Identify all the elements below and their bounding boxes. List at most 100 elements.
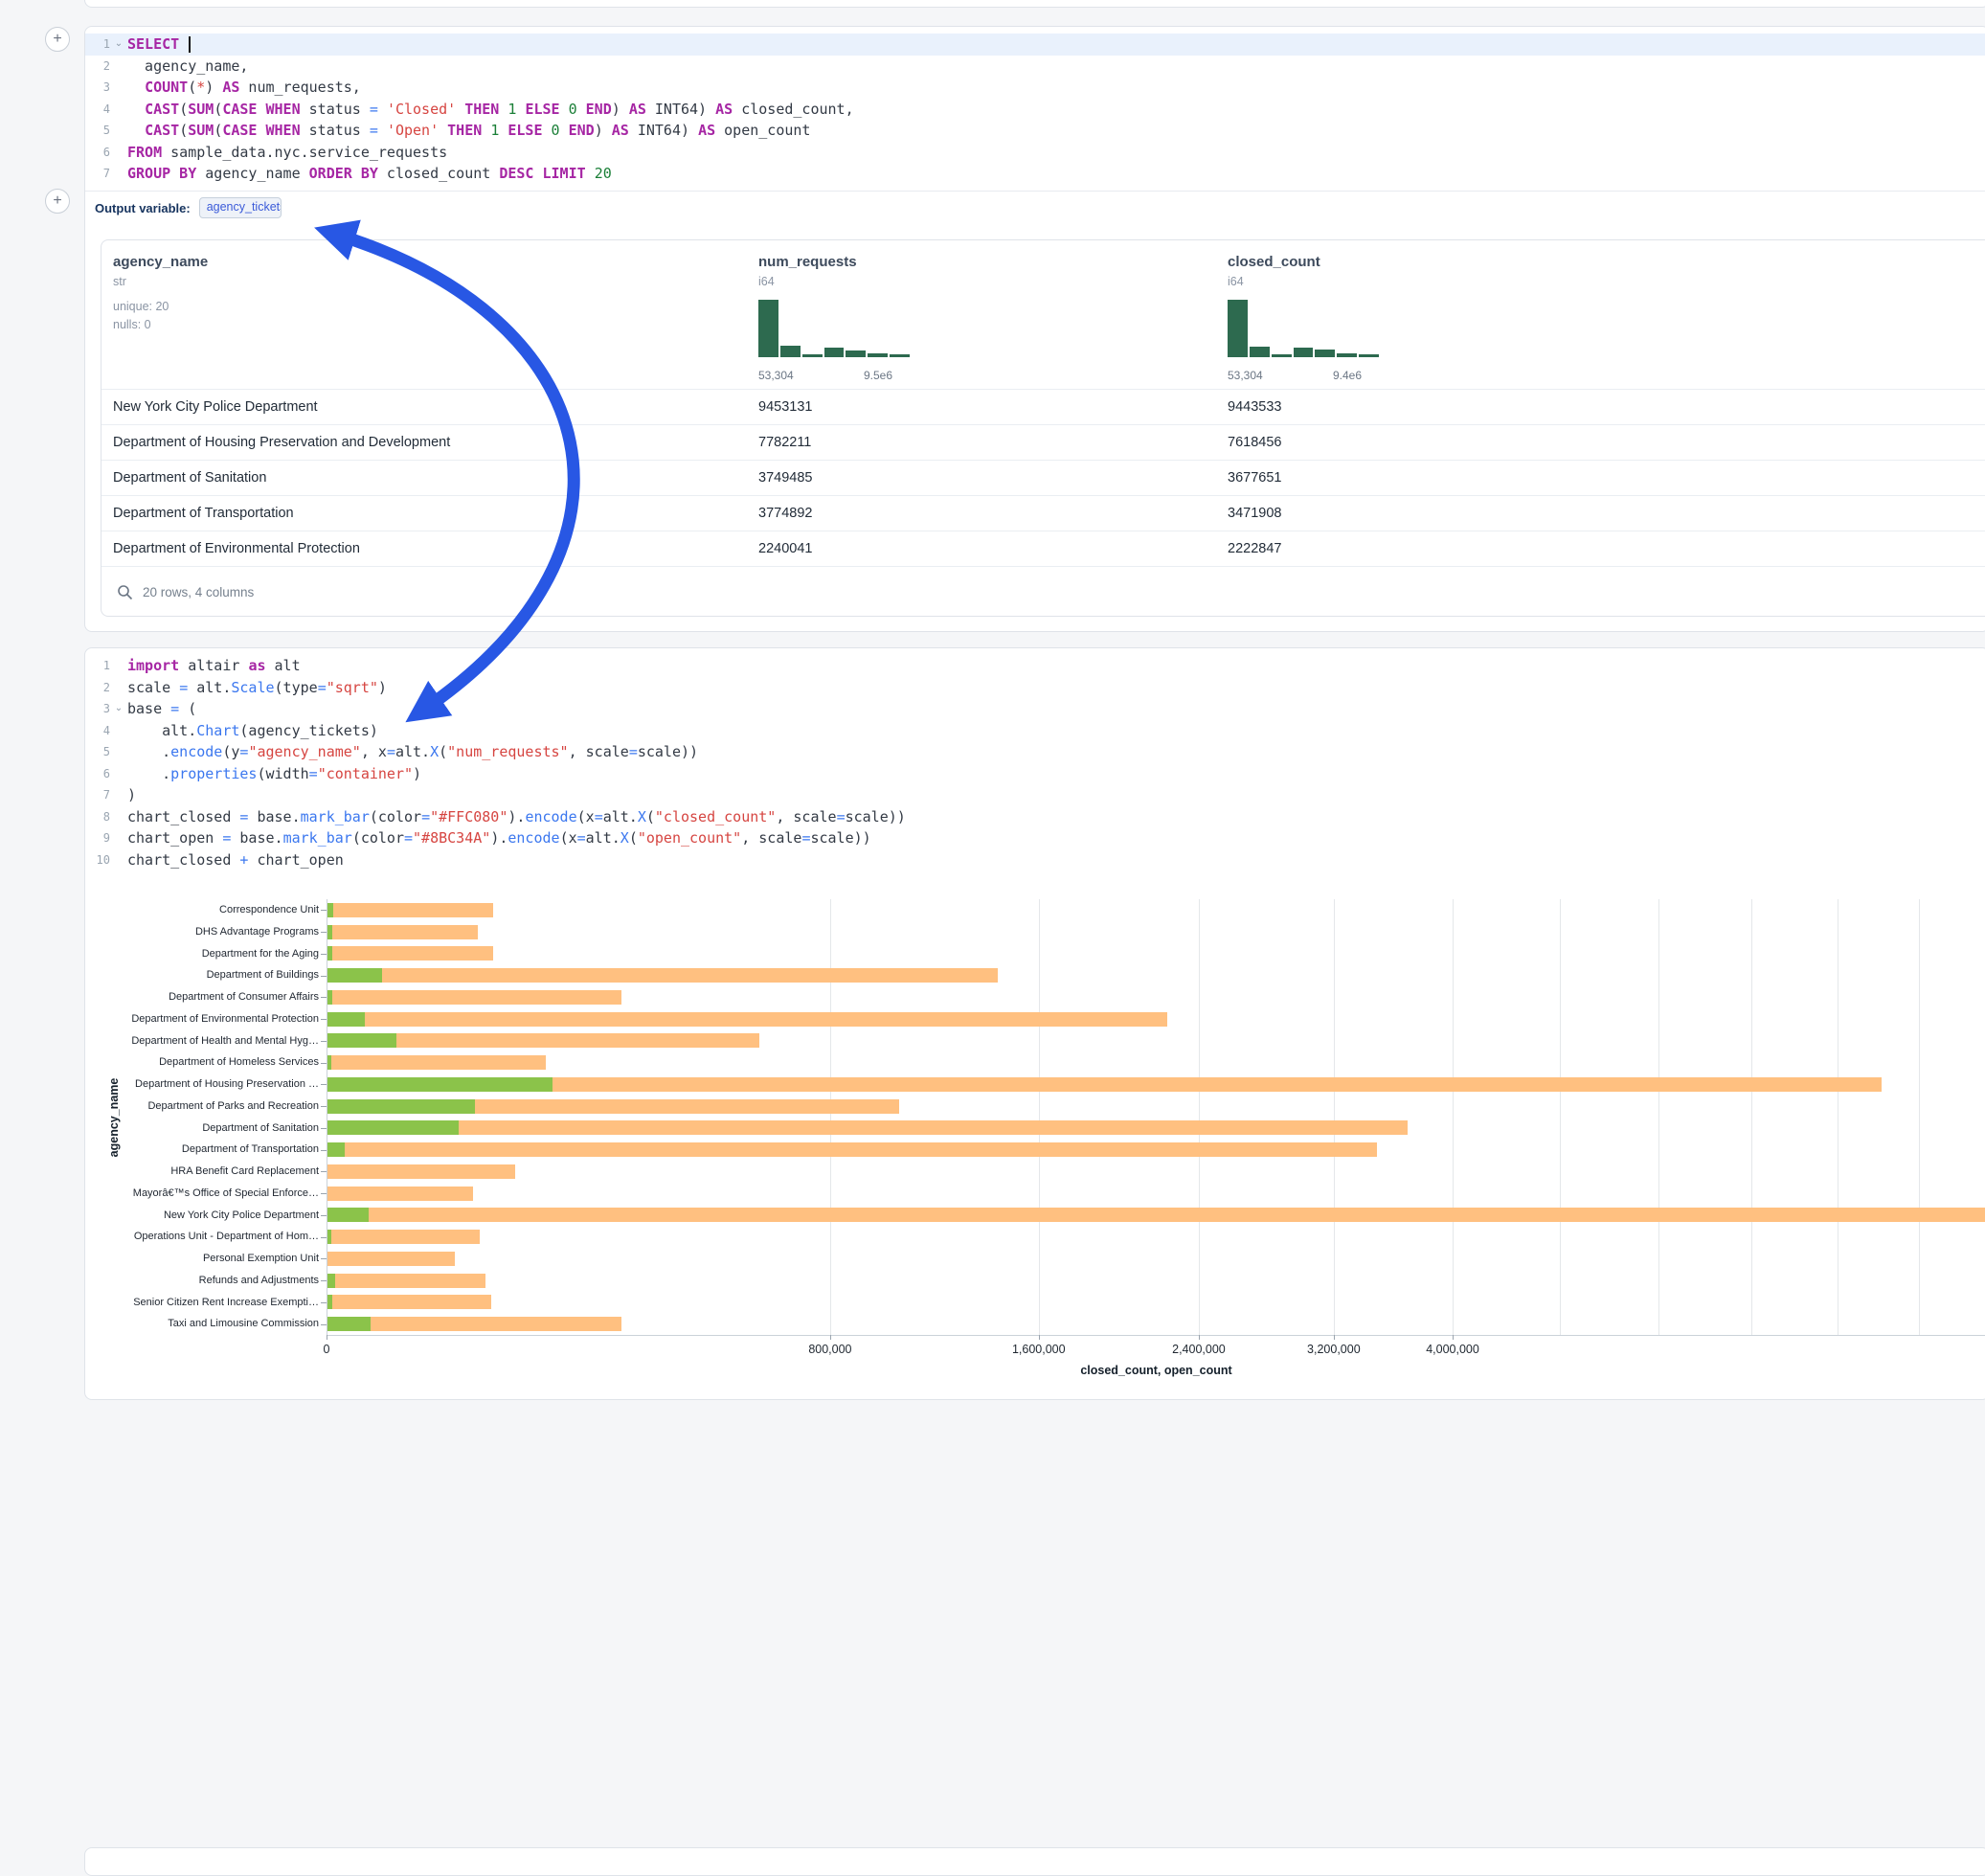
y-tick bbox=[321, 1041, 327, 1042]
y-tick bbox=[321, 1128, 327, 1129]
y-axis-label: Department of Transportation bbox=[182, 1139, 319, 1161]
histogram-bar bbox=[1294, 348, 1314, 357]
bar-closed_count bbox=[327, 1012, 1167, 1027]
histogram-bar bbox=[1250, 347, 1270, 357]
line-number: 6 bbox=[85, 142, 110, 164]
column-type: str bbox=[113, 275, 126, 288]
code-line: 4 alt.Chart(agency_tickets) bbox=[85, 720, 1985, 742]
search-icon[interactable] bbox=[117, 584, 133, 600]
histogram-min-label: 53,304 bbox=[1228, 369, 1263, 382]
histogram-bar bbox=[780, 346, 801, 357]
bar-closed_count bbox=[327, 1274, 485, 1288]
code-line: 2 agency_name, bbox=[85, 56, 1985, 78]
y-tick bbox=[321, 1084, 327, 1085]
y-axis-label: Correspondence Unit bbox=[219, 899, 319, 921]
y-axis-label: Taxi and Limousine Commission bbox=[168, 1313, 319, 1335]
histogram-bar bbox=[1272, 354, 1292, 357]
code-line: 6FROM sample_data.nyc.service_requests bbox=[85, 142, 1985, 164]
table-cell: 7782211 bbox=[758, 425, 811, 461]
histogram-bar bbox=[758, 300, 778, 357]
histogram-bar bbox=[846, 350, 866, 357]
histogram-bar bbox=[1359, 354, 1379, 357]
fold-spacer bbox=[110, 806, 127, 828]
x-axis-title: closed_count, open_count bbox=[1080, 1364, 1231, 1377]
column-header[interactable]: agency_name bbox=[113, 254, 208, 270]
chart-output: Correspondence UnitDHS Advantage Program… bbox=[85, 886, 1985, 1401]
code-text: SELECT bbox=[127, 34, 191, 56]
x-tick bbox=[1199, 1335, 1200, 1340]
table-row-count: 20 rows, 4 columns bbox=[143, 585, 254, 599]
x-tick bbox=[1039, 1335, 1040, 1340]
y-axis-label: Refunds and Adjustments bbox=[199, 1270, 319, 1292]
fold-chevron-icon[interactable]: ⌄ bbox=[110, 698, 127, 720]
y-axis-label: Department of Environmental Protection bbox=[131, 1008, 319, 1030]
gridline bbox=[1334, 899, 1335, 1335]
line-number: 4 bbox=[85, 720, 110, 742]
add-cell-button-top[interactable]: + bbox=[45, 27, 70, 52]
x-axis-tick-label: 0 bbox=[324, 1343, 330, 1356]
code-text: chart_closed = base.mark_bar(color="#FFC… bbox=[127, 806, 906, 828]
gridline bbox=[1751, 899, 1752, 1335]
fold-spacer bbox=[110, 56, 127, 78]
gridline bbox=[1453, 899, 1454, 1335]
add-cell-button-below[interactable]: + bbox=[45, 189, 70, 214]
table-cell: 7618456 bbox=[1228, 425, 1281, 461]
histogram-min-label: 53,304 bbox=[758, 369, 794, 382]
bar-open_count bbox=[327, 968, 382, 983]
code-text: COUNT(*) AS num_requests, bbox=[127, 77, 361, 99]
fold-spacer bbox=[110, 784, 127, 806]
histogram-bar bbox=[824, 348, 845, 357]
output-variable-label: Output variable: bbox=[95, 201, 191, 215]
table-cell: 2222847 bbox=[1228, 531, 1281, 567]
bar-closed_count bbox=[327, 968, 998, 983]
code-text: chart_open = base.mark_bar(color="#8BC34… bbox=[127, 827, 871, 849]
line-number: 3 bbox=[85, 698, 110, 720]
line-number: 6 bbox=[85, 763, 110, 785]
y-axis-label: Senior Citizen Rent Increase Exempti… bbox=[133, 1292, 319, 1314]
bar-closed_count bbox=[327, 1077, 1882, 1092]
y-axis-label: Department of Consumer Affairs bbox=[169, 986, 319, 1008]
sql-code-editor[interactable]: 1⌄SELECT 2 agency_name,3 COUNT(*) AS num… bbox=[85, 27, 1985, 192]
python-cell: 1import altair as alt2scale = alt.Scale(… bbox=[84, 647, 1985, 1400]
bar-closed_count bbox=[327, 1208, 1985, 1222]
code-line: 7GROUP BY agency_name ORDER BY closed_co… bbox=[85, 163, 1985, 185]
table-row: Department of Sanitation37494853677651 bbox=[102, 460, 1985, 495]
code-text: GROUP BY agency_name ORDER BY closed_cou… bbox=[127, 163, 612, 185]
y-axis-label: New York City Police Department bbox=[164, 1205, 319, 1227]
histogram-bar bbox=[802, 354, 823, 357]
code-text: .properties(width="container") bbox=[127, 763, 421, 785]
x-tick bbox=[1334, 1335, 1335, 1340]
x-tick bbox=[830, 1335, 831, 1340]
x-axis-line bbox=[327, 1335, 1985, 1336]
table-row: Department of Transportation377489234719… bbox=[102, 495, 1985, 531]
code-text: CAST(SUM(CASE WHEN status = 'Open' THEN … bbox=[127, 120, 810, 142]
python-code-editor[interactable]: 1import altair as alt2scale = alt.Scale(… bbox=[85, 648, 1985, 876]
x-axis-tick-label: 3,200,000 bbox=[1307, 1343, 1361, 1356]
code-line: 6 .properties(width="container") bbox=[85, 763, 1985, 785]
bar-closed_count bbox=[327, 1120, 1408, 1135]
column-type: i64 bbox=[758, 275, 775, 288]
y-tick bbox=[321, 1193, 327, 1194]
output-variable-chip[interactable]: agency_tickets bbox=[199, 197, 282, 218]
y-axis-label: DHS Advantage Programs bbox=[195, 921, 319, 943]
histogram-bar bbox=[1337, 353, 1357, 357]
y-tick bbox=[321, 910, 327, 911]
table-cell: 3749485 bbox=[758, 461, 812, 496]
column-header[interactable]: num_requests bbox=[758, 254, 857, 270]
table-cell: Department of Transportation bbox=[113, 496, 294, 531]
table-cell: New York City Police Department bbox=[113, 390, 318, 425]
bar-open_count bbox=[327, 1099, 475, 1114]
fold-spacer bbox=[110, 77, 127, 99]
bar-open_count bbox=[327, 1033, 396, 1048]
fold-spacer bbox=[110, 142, 127, 164]
column-header[interactable]: closed_count bbox=[1228, 254, 1320, 270]
fold-spacer bbox=[110, 720, 127, 742]
fold-chevron-icon[interactable]: ⌄ bbox=[110, 34, 127, 56]
bar-closed_count bbox=[327, 903, 493, 917]
line-number: 2 bbox=[85, 677, 110, 699]
code-text: agency_name, bbox=[127, 56, 248, 78]
sql-cell: 1⌄SELECT 2 agency_name,3 COUNT(*) AS num… bbox=[84, 26, 1985, 632]
y-axis-label: Department for the Aging bbox=[202, 943, 319, 965]
bar-closed_count bbox=[327, 925, 478, 939]
code-line: 4 CAST(SUM(CASE WHEN status = 'Closed' T… bbox=[85, 99, 1985, 121]
